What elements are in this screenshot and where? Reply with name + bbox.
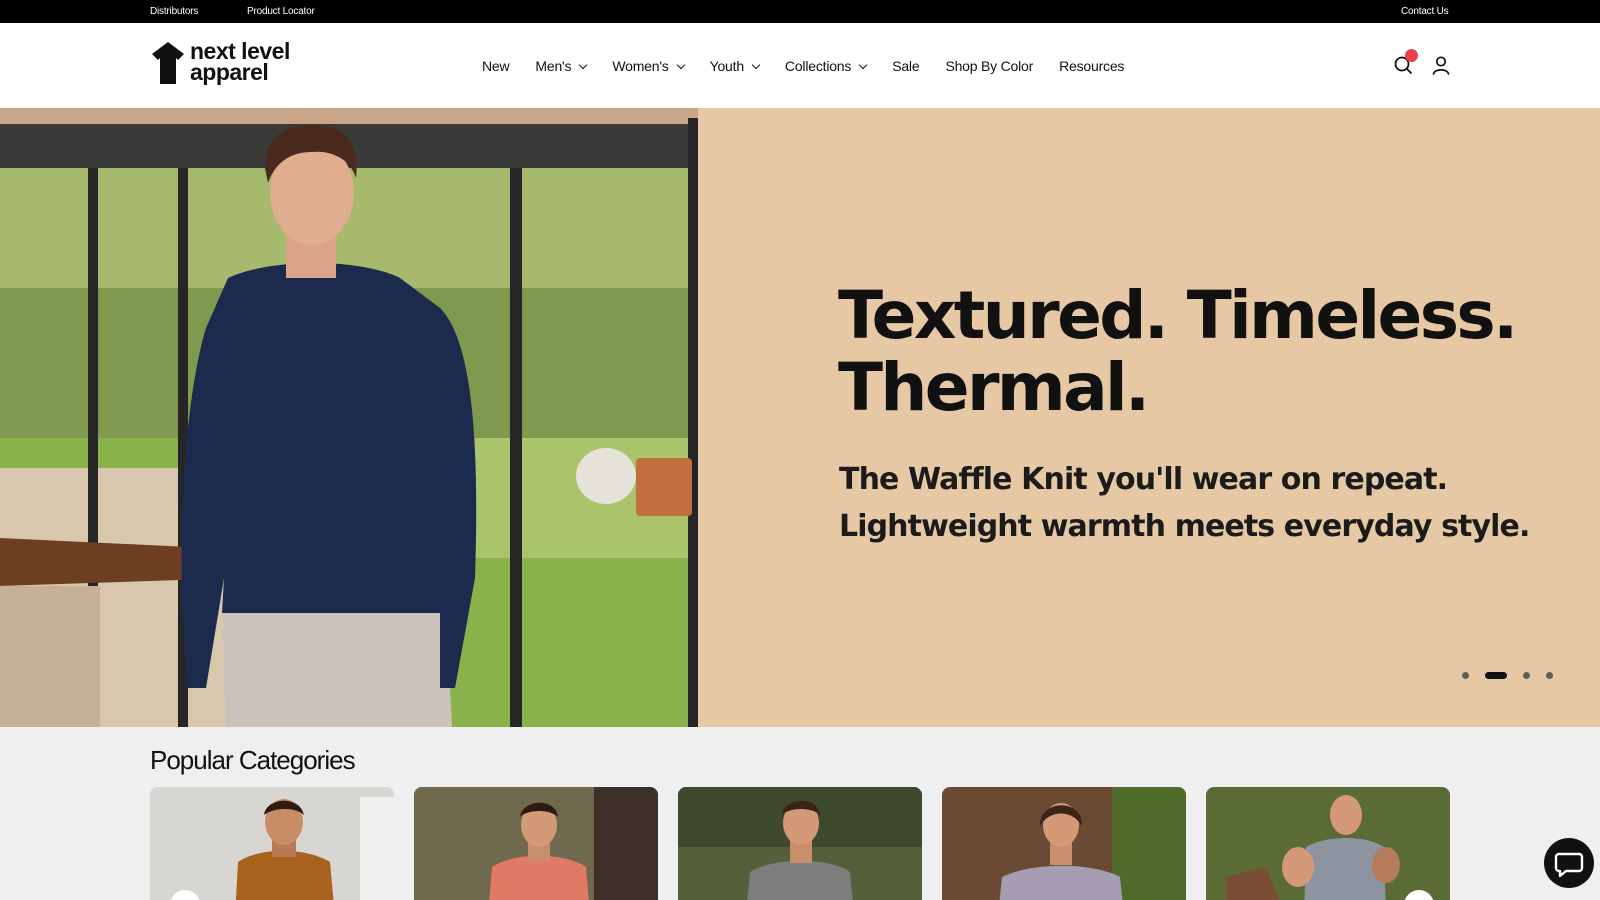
distributors-link[interactable]: Distributors — [150, 6, 198, 17]
chevron-down-icon — [858, 60, 868, 69]
chevron-down-icon — [579, 60, 588, 69]
logo-line-2: apparel — [190, 59, 269, 85]
notification-dot — [1405, 49, 1418, 62]
nav-item-resources[interactable]: Resources — [1059, 58, 1124, 74]
nav-item-mens[interactable]: Men's — [535, 58, 588, 74]
nav-label: New — [482, 58, 510, 74]
carousel-dots — [1462, 672, 1553, 679]
nav-label: Men's — [535, 58, 572, 74]
chat-button[interactable] — [1544, 838, 1594, 888]
nav-label: Shop By Color — [945, 58, 1034, 74]
carousel-dot-1[interactable] — [1462, 672, 1469, 679]
hero-banner[interactable]: Textured. Timeless. Thermal. The Waffle … — [0, 108, 1600, 727]
carousel-dot-4[interactable] — [1546, 672, 1553, 679]
hero-headline: Textured. Timeless. Thermal. — [838, 277, 1518, 426]
nav-item-sale[interactable]: Sale — [892, 58, 919, 74]
headline-line-2: Thermal. — [838, 349, 1150, 426]
section-title: Popular Categories — [150, 745, 356, 775]
nav-item-collections[interactable]: Collections — [784, 58, 868, 74]
nav-label: Collections — [784, 58, 852, 74]
contact-us-link[interactable]: Contact Us — [1401, 6, 1449, 17]
logo-wordmark: next level apparel — [190, 40, 290, 85]
nav-label: Sale — [892, 58, 920, 74]
subheading-line-1: The Waffle Knit you'll wear on repeat. — [839, 462, 1448, 497]
category-card[interactable] — [942, 787, 1186, 900]
chat-icon — [1554, 852, 1584, 878]
utility-bar: Distributors Product Locator Contact Us — [0, 0, 1600, 23]
carousel-dot-2[interactable] — [1485, 672, 1507, 679]
product-locator-link[interactable]: Product Locator — [247, 6, 315, 17]
main-nav: New Men's Women's Youth Collections Sale… — [482, 58, 1150, 74]
subheading-line-2: Lightweight warmth meets everyday style. — [839, 509, 1530, 544]
nav-item-womens[interactable]: Women's — [612, 58, 685, 74]
site-header: next level apparel New Men's Women's You… — [0, 23, 1600, 108]
chevron-down-icon — [751, 60, 761, 69]
chevron-down-icon — [676, 60, 685, 69]
account-icon[interactable] — [1430, 54, 1452, 76]
nav-label: Resources — [1059, 58, 1125, 74]
headline-line-1: Textured. Timeless. — [838, 277, 1518, 354]
nav-label: Youth — [709, 58, 745, 74]
brand-logo[interactable]: next level apparel — [150, 40, 310, 89]
carousel-dot-3[interactable] — [1523, 672, 1530, 679]
hero-image — [0, 108, 698, 727]
nav-item-new[interactable]: New — [482, 58, 510, 74]
category-card[interactable] — [150, 787, 394, 900]
nav-item-shop-by-color[interactable]: Shop By Color — [945, 58, 1033, 74]
shirt-logo-icon — [152, 42, 184, 84]
hero-subheading: The Waffle Knit you'll wear on repeat. L… — [839, 456, 1530, 550]
nav-item-youth[interactable]: Youth — [709, 58, 761, 74]
nav-label: Women's — [612, 58, 669, 74]
category-card[interactable] — [414, 787, 658, 900]
category-card[interactable] — [1206, 787, 1450, 900]
category-card[interactable] — [678, 787, 922, 900]
category-carousel — [150, 787, 1450, 900]
